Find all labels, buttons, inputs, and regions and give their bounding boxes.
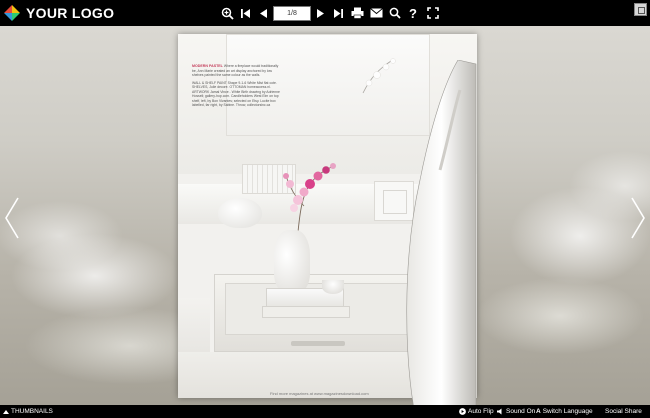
tray-handle xyxy=(291,341,345,346)
search-icon[interactable] xyxy=(387,4,402,22)
language-label: Switch Language xyxy=(542,408,593,415)
page-curl[interactable] xyxy=(396,60,478,405)
switch-language-button[interactable]: A Switch Language xyxy=(536,405,593,418)
window-mode-button[interactable] xyxy=(634,3,647,16)
zoom-in-icon[interactable] xyxy=(219,4,235,22)
white-bowl xyxy=(218,198,262,228)
share-label: Social Share xyxy=(605,408,642,415)
pink-orchid-icon xyxy=(283,163,336,233)
top-toolbar: YOUR LOGO 1/8 ? xyxy=(0,0,650,26)
fullscreen-icon[interactable] xyxy=(425,4,440,22)
article-text: MODERN PASTEL Where a fireplace would tr… xyxy=(192,64,280,108)
next-page-icon[interactable] xyxy=(314,4,328,22)
thumbnails-icon xyxy=(3,409,9,414)
help-icon[interactable]: ? xyxy=(406,4,420,22)
viewer-stage: MODERN PASTEL Where a fireplace would tr… xyxy=(0,26,650,405)
bottom-toolbar: THUMBNAILS Auto Flip Sound On A Switch L… xyxy=(0,405,650,418)
speaker-icon xyxy=(497,408,502,415)
article-caption: WALL & SHELF PAINT Shape 9-1-6 White Mis… xyxy=(192,80,280,108)
small-cup xyxy=(322,280,344,294)
orchid-artwork-icon xyxy=(362,58,396,94)
thumbnails-button[interactable]: THUMBNAILS xyxy=(3,405,53,418)
prev-page-arrow-icon[interactable] xyxy=(4,196,20,240)
social-share-button[interactable]: Social Share xyxy=(605,405,642,418)
play-icon xyxy=(459,408,466,415)
logo-text: YOUR LOGO xyxy=(26,5,115,21)
auto-flip-button[interactable]: Auto Flip xyxy=(459,405,494,418)
last-page-icon[interactable] xyxy=(331,4,345,22)
logo-icon xyxy=(3,4,21,22)
sound-button[interactable]: Sound On xyxy=(497,405,535,418)
white-vase xyxy=(274,230,310,292)
auto-flip-label: Auto Flip xyxy=(468,408,494,415)
logo: YOUR LOGO xyxy=(3,3,114,23)
footer-credit: Find more magazines at www.magazinesdown… xyxy=(270,391,369,396)
first-page-icon[interactable] xyxy=(238,4,252,22)
language-icon: A xyxy=(536,408,541,415)
article-heading: MODERN PASTEL xyxy=(192,64,223,68)
next-page-arrow-icon[interactable] xyxy=(630,196,646,240)
email-icon[interactable] xyxy=(368,4,384,22)
sound-label: Sound On xyxy=(506,408,536,415)
thumbnails-label: THUMBNAILS xyxy=(11,408,53,415)
prev-page-icon[interactable] xyxy=(256,4,270,22)
book-stack-lower xyxy=(262,306,350,318)
page-number-input[interactable]: 1/8 xyxy=(273,6,311,21)
print-icon[interactable] xyxy=(349,4,365,22)
